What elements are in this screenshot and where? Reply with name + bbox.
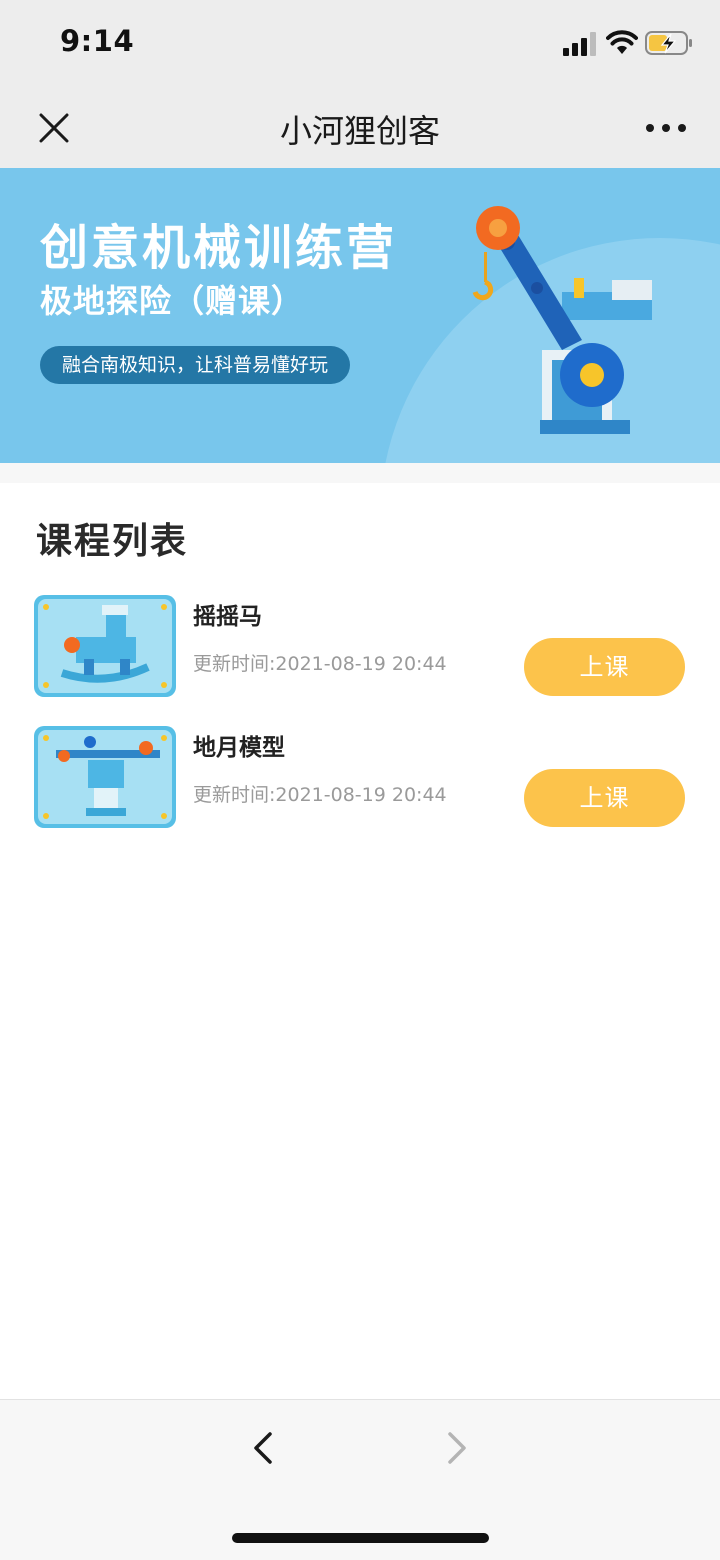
wifi-icon [606,30,638,54]
rocking-horse-image [38,599,172,693]
course-thumbnail[interactable] [34,595,176,697]
start-class-button[interactable]: 上课 [524,638,685,696]
browser-bottom-bar [0,1399,720,1560]
course-list-title: 课程列表 [36,521,189,562]
course-thumbnail[interactable] [34,726,176,828]
course-item: 摇摇马 更新时间:2021-08-19 20:44 上课 [0,595,720,705]
promo-banner[interactable]: 创意机械训练营 极地探险（赠课） 融合南极知识，让科普易懂好玩 [0,168,720,463]
course-item: 地月模型 更新时间:2021-08-19 20:44 上课 [0,726,720,836]
start-class-button[interactable]: 上课 [524,769,685,827]
section-divider [0,463,720,483]
chevron-left-icon[interactable] [244,1428,284,1468]
banner-subtitle: 极地探险（赠课） [40,282,305,320]
status-time: 9:14 [60,24,135,58]
course-updated-time: 更新时间:2021-08-19 20:44 [193,653,447,675]
banner-tagline: 融合南极知识，让科普易懂好玩 [40,346,351,384]
course-name: 地月模型 [193,735,285,761]
page-title: 小河狸创客 [279,112,440,150]
course-updated-time: 更新时间:2021-08-19 20:44 [193,784,447,806]
course-name: 摇摇马 [193,604,262,630]
battery-charging-icon [645,31,692,55]
status-bar: 9:14 [0,0,720,88]
crane-toy-image [472,206,652,434]
earth-moon-model-image [38,730,172,824]
banner-title: 创意机械训练营 [40,220,398,276]
chevron-right-icon [448,1432,466,1464]
nav-bar: 小河狸创客 [0,88,720,168]
cellular-signal-icon [563,32,596,56]
home-indicator [232,1533,489,1543]
more-icon[interactable] [644,116,688,140]
